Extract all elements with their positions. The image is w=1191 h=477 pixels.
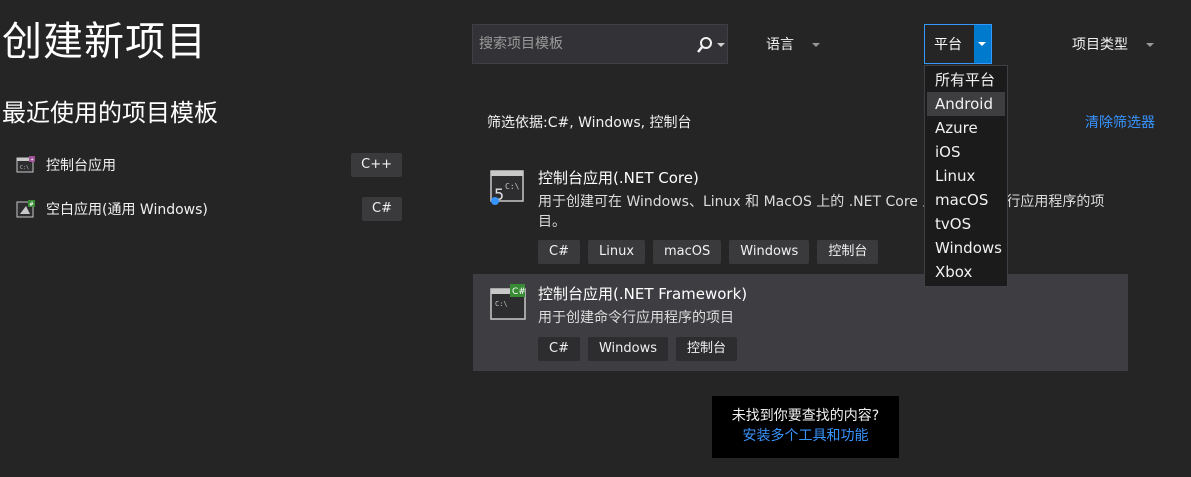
tag: macOS bbox=[653, 240, 722, 264]
not-found-question: 未找到你要查找的内容? bbox=[731, 408, 880, 424]
platform-option-azure[interactable]: Azure bbox=[927, 116, 1005, 140]
platform-option-all[interactable]: 所有平台 bbox=[927, 68, 1005, 92]
template-tags: C# Windows 控制台 bbox=[538, 337, 738, 361]
svg-text:C#: C# bbox=[512, 287, 526, 297]
template-tags: C# Linux macOS Windows 控制台 bbox=[538, 240, 879, 264]
template-item-dotnet-framework-console[interactable]: C:\ C# 控制台应用(.NET Framework) 用于创建命令行应用程序… bbox=[473, 274, 1128, 371]
tag: 控制台 bbox=[676, 337, 738, 361]
search-input[interactable] bbox=[473, 35, 691, 53]
platform-option-xbox[interactable]: Xbox bbox=[927, 260, 1005, 284]
svg-text:C:\: C:\ bbox=[505, 182, 520, 191]
not-found-panel: 未找到你要查找的内容? 安装多个工具和功能 bbox=[712, 396, 899, 458]
platform-option-tvos[interactable]: tvOS bbox=[927, 212, 1005, 236]
svg-text:+: + bbox=[30, 157, 34, 163]
recent-templates-heading: 最近使用的项目模板 bbox=[2, 99, 218, 127]
blank-uwp-app-icon: # bbox=[16, 199, 36, 219]
project-type-filter-dropdown[interactable]: 项目类型 bbox=[1072, 30, 1154, 58]
tag: Windows bbox=[587, 337, 669, 361]
platform-dropdown-menu: 所有平台 Android Azure iOS Linux macOS tvOS … bbox=[924, 65, 1008, 287]
chevron-down-icon bbox=[812, 43, 820, 47]
language-tag: C# bbox=[362, 197, 402, 221]
recent-item-label: 空白应用(通用 Windows) bbox=[46, 202, 208, 218]
template-item-dotnet-core-console[interactable]: C:\ 5 控制台应用(.NET Core) 用于创建可在 Windows、Li… bbox=[473, 157, 1128, 272]
language-filter-dropdown[interactable]: 语言 bbox=[766, 30, 820, 58]
platform-option-ios[interactable]: iOS bbox=[927, 140, 1005, 164]
template-title: 控制台应用(.NET Core) bbox=[538, 169, 699, 187]
project-type-filter-label: 项目类型 bbox=[1072, 37, 1128, 53]
console-app-icon: C:\ + bbox=[16, 155, 36, 175]
svg-text:C:\: C:\ bbox=[495, 300, 508, 308]
search-icon[interactable] bbox=[695, 35, 715, 55]
template-description: 用于创建命令行应用程序的项目 bbox=[538, 310, 734, 326]
template-description: 用于创建可在 Windows、Linux 和 MacOS 上的 .NET Cor… bbox=[538, 194, 1105, 230]
tag: C# bbox=[538, 240, 580, 264]
clear-filters-link[interactable]: 清除筛选器 bbox=[1085, 112, 1155, 134]
search-options-chevron-icon[interactable] bbox=[717, 43, 725, 47]
platform-option-android[interactable]: Android bbox=[927, 92, 1005, 116]
svg-text:#: # bbox=[29, 201, 34, 208]
svg-text:C:\: C:\ bbox=[20, 165, 29, 171]
recent-item-console-app[interactable]: C:\ + 控制台应用 C++ bbox=[16, 151, 402, 179]
platform-option-windows[interactable]: Windows bbox=[927, 236, 1005, 260]
language-filter-label: 语言 bbox=[766, 37, 794, 53]
page-title: 创建新项目 bbox=[2, 19, 207, 65]
dotnet-core-console-icon: C:\ 5 bbox=[489, 169, 527, 207]
tag: Linux bbox=[587, 240, 646, 264]
recent-item-label: 控制台应用 bbox=[46, 158, 116, 174]
platform-option-macos[interactable]: macOS bbox=[927, 188, 1005, 212]
chevron-down-icon[interactable] bbox=[974, 25, 991, 63]
platform-filter-dropdown[interactable]: 平台 bbox=[924, 24, 992, 64]
tag: 控制台 bbox=[817, 240, 879, 264]
tag: C# bbox=[538, 337, 580, 361]
template-title: 控制台应用(.NET Framework) bbox=[538, 285, 748, 303]
platform-filter-label: 平台 bbox=[934, 37, 962, 53]
template-search-box bbox=[472, 24, 728, 64]
install-tools-link[interactable]: 安装多个工具和功能 bbox=[712, 426, 899, 446]
language-tag: C++ bbox=[351, 153, 402, 177]
filter-summary: 筛选依据:C#, Windows, 控制台 bbox=[487, 115, 692, 131]
platform-option-linux[interactable]: Linux bbox=[927, 164, 1005, 188]
csharp-console-icon: C:\ C# bbox=[489, 284, 527, 322]
tag: Windows bbox=[729, 240, 810, 264]
chevron-down-icon bbox=[1146, 43, 1154, 47]
recent-item-blank-uwp-app[interactable]: # 空白应用(通用 Windows) C# bbox=[16, 195, 402, 223]
